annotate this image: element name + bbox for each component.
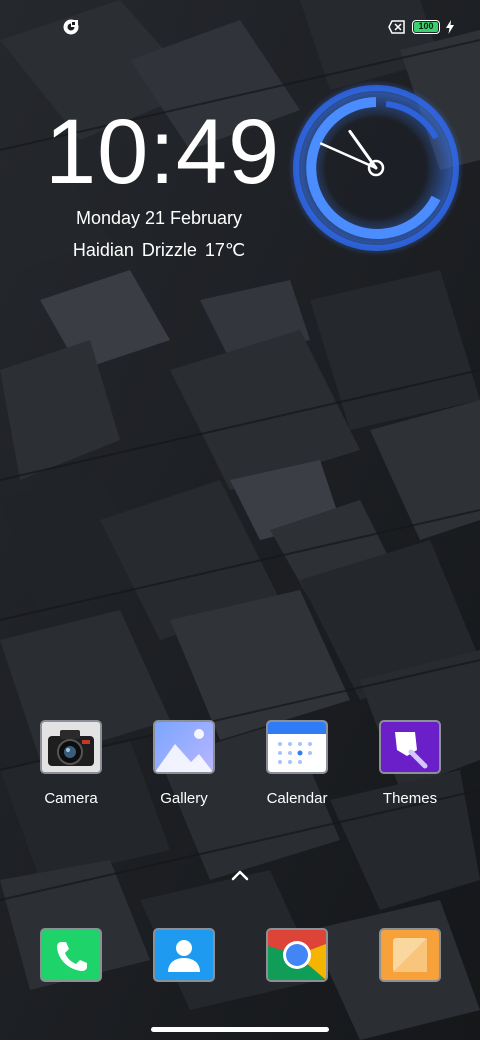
weather-info[interactable]: Haidian Drizzle 17℃ (0, 240, 318, 261)
themes-icon[interactable] (379, 720, 441, 774)
clock-date[interactable]: Monday 21 February (0, 208, 318, 229)
battery-icon: 100 (412, 20, 440, 34)
app-label-camera: Camera (44, 790, 98, 807)
no-sim-icon (388, 20, 405, 34)
notes-icon[interactable] (379, 928, 441, 982)
clock-time[interactable]: 10:49 (45, 100, 280, 204)
chevron-up-icon[interactable] (228, 866, 252, 884)
analog-clock-widget[interactable] (286, 78, 466, 258)
status-bar: 100 (0, 0, 480, 56)
battery-level: 100 (418, 21, 434, 31)
app-label-calendar: Calendar (266, 790, 328, 807)
notification-app-icon (63, 19, 79, 35)
dock-notes[interactable] (360, 928, 460, 982)
app-camera[interactable]: Camera (21, 720, 121, 807)
camera-icon[interactable] (40, 720, 102, 774)
calendar-icon[interactable] (266, 720, 328, 774)
chrome-icon[interactable] (266, 928, 328, 982)
app-themes[interactable]: Themes (360, 720, 460, 807)
contacts-icon[interactable] (153, 928, 215, 982)
dock-chrome[interactable] (247, 928, 347, 982)
dock-contacts[interactable] (134, 928, 234, 982)
status-right-group: 100 (388, 18, 454, 36)
dock-phone[interactable] (21, 928, 121, 982)
app-gallery[interactable]: Gallery (134, 720, 234, 807)
charging-icon (446, 20, 454, 34)
phone-icon[interactable] (40, 928, 102, 982)
app-label-themes: Themes (382, 790, 438, 807)
gallery-icon[interactable] (153, 720, 215, 774)
home-indicator[interactable] (151, 1027, 329, 1032)
app-label-gallery: Gallery (160, 790, 208, 807)
app-calendar[interactable]: Calendar (247, 720, 347, 807)
